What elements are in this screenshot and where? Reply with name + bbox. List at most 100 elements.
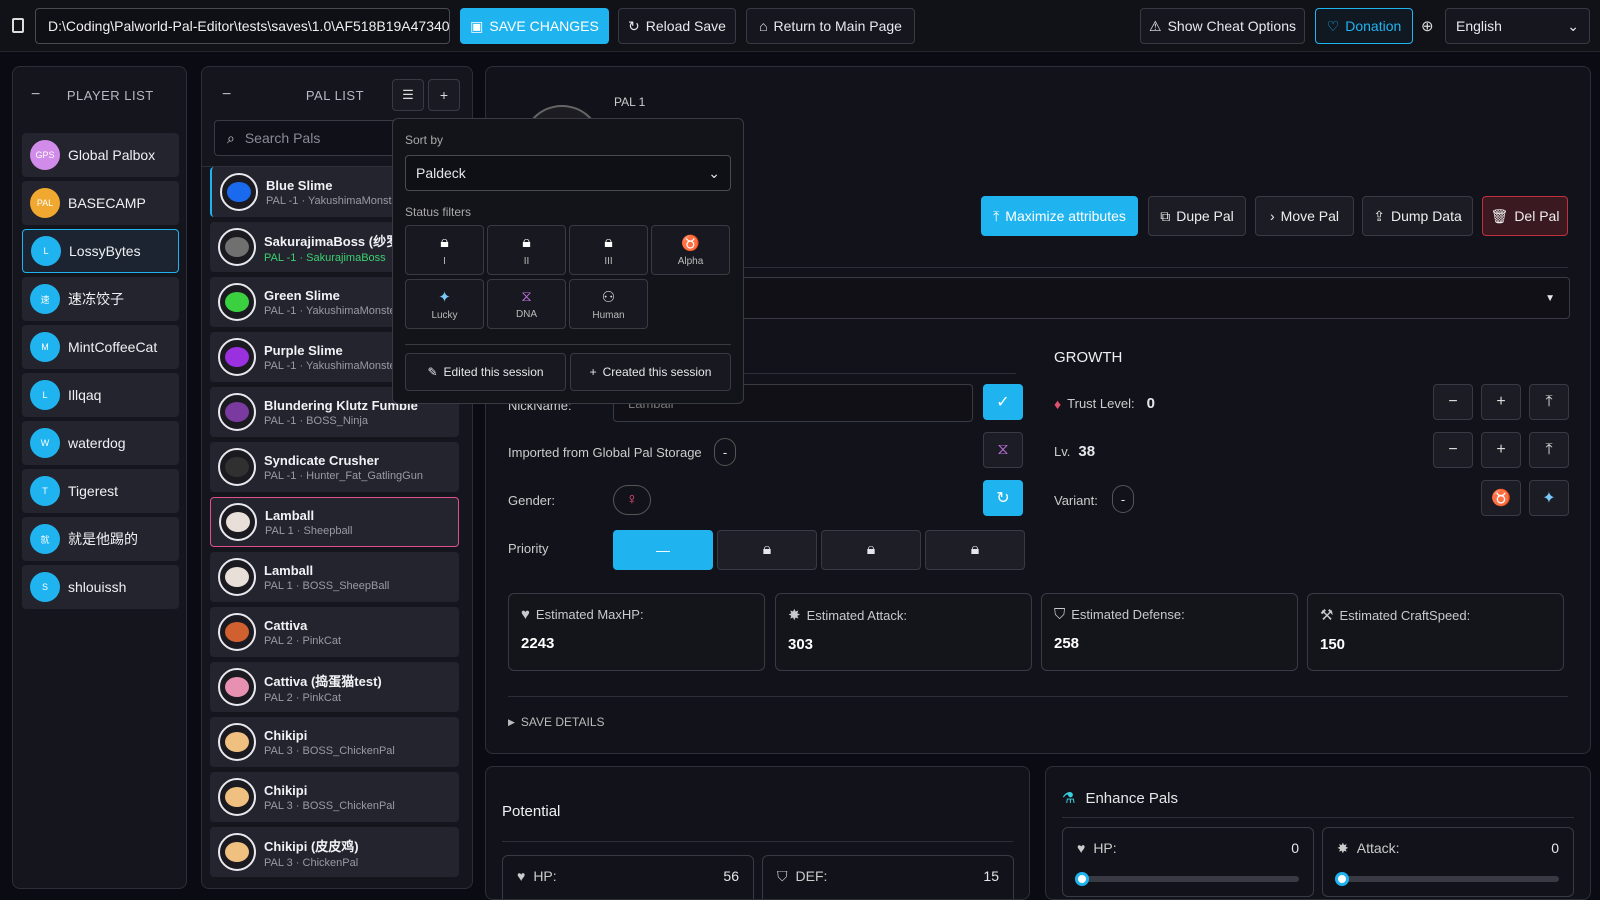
sparkle-icon: ✦: [1542, 490, 1556, 507]
player-item[interactable]: 速速冻饺子: [22, 277, 179, 321]
dna-icon: ⧖: [521, 288, 532, 305]
level-decrease-button[interactable]: −: [1433, 432, 1473, 468]
filter-lucky[interactable]: ✦ Lucky: [405, 279, 484, 329]
move-pal-button[interactable]: › Move Pal: [1255, 196, 1354, 236]
maximize-attributes-button[interactable]: ⤒ Maximize attributes: [981, 196, 1138, 236]
collapse-icon[interactable]: −: [31, 86, 41, 104]
player-item[interactable]: M MintCoffeeCat: [22, 325, 179, 369]
trust-increase-button[interactable]: +: [1481, 384, 1521, 420]
pal-name: Lamball: [264, 562, 314, 578]
stats-divider: [508, 696, 1568, 697]
priority-none-button[interactable]: —: [613, 530, 713, 570]
pal-list-item[interactable]: Chikipi (皮皮鸡) PAL 3 · ChickenPal: [210, 827, 459, 877]
filter-button[interactable]: ☰: [392, 79, 424, 111]
save-details-toggle[interactable]: ▶ SAVE DETAILS: [508, 715, 605, 729]
player-item[interactable]: L LossyBytes: [22, 229, 179, 273]
player-item[interactable]: GPS Global Palbox: [22, 133, 179, 177]
player-item[interactable]: Sshlouissh: [22, 565, 179, 609]
pal-name: Green Slime: [264, 287, 340, 303]
potential-divider: [502, 841, 1013, 842]
return-main-button[interactable]: ⌂ Return to Main Page: [746, 8, 915, 44]
pal-creature-icon: [225, 347, 249, 367]
pal-name: Syndicate Crusher: [264, 452, 379, 468]
priority-label: Priority: [508, 541, 549, 556]
globe-icon: ⊕: [1421, 18, 1434, 35]
pal-index-label: PAL 1: [614, 95, 646, 109]
collapse-icon[interactable]: −: [222, 86, 232, 104]
variant-lucky-button[interactable]: ✦: [1529, 480, 1569, 516]
show-cheat-button[interactable]: ⚠ Show Cheat Options: [1140, 8, 1305, 44]
slider-handle[interactable]: [1075, 872, 1089, 886]
add-pal-button[interactable]: +: [428, 79, 460, 111]
language-select[interactable]: English ⌄: [1445, 8, 1590, 44]
pal-subtitle: PAL -1 · Hunter_Fat_GatlingGun: [264, 469, 423, 482]
pal-list-item[interactable]: Chikipi PAL 3 · BOSS_ChickenPal: [210, 717, 459, 767]
filter-lock-2[interactable]: 🔒︎ II: [487, 225, 566, 275]
reload-save-button[interactable]: ↻ Reload Save: [618, 8, 736, 44]
player-avatar: L: [30, 380, 60, 410]
search-input[interactable]: Search Pals: [245, 130, 320, 146]
level-max-button[interactable]: ⤒: [1529, 432, 1569, 468]
trust-max-button[interactable]: ⤒: [1529, 384, 1569, 420]
pal-list-item[interactable]: Syndicate Crusher PAL -1 · Hunter_Fat_Gat…: [210, 442, 459, 492]
created-session-button[interactable]: + Created this session: [570, 353, 731, 391]
gender-badge[interactable]: ♀: [613, 485, 651, 515]
pal-list-item[interactable]: Lamball PAL 1 · BOSS_SheepBall: [210, 552, 459, 602]
player-avatar: 就: [30, 524, 60, 554]
pal-avatar: [220, 173, 258, 211]
enhance-divider: [1062, 817, 1574, 818]
plus-icon: +: [1496, 393, 1506, 410]
player-item[interactable]: L Illqaq: [22, 373, 179, 417]
confirm-nickname-button[interactable]: ✓: [983, 384, 1023, 420]
imported-label: Imported from Global Pal Storage: [508, 445, 702, 460]
pal-list-item[interactable]: Chikipi PAL 3 · BOSS_ChickenPal: [210, 772, 459, 822]
pal-avatar: [218, 283, 256, 321]
pal-name: Cattiva: [264, 617, 308, 633]
delete-pal-button[interactable]: 🗑︎ Del Pal: [1482, 196, 1568, 236]
minus-icon: −: [1448, 441, 1458, 458]
filter-alpha[interactable]: ♉ Alpha: [651, 225, 730, 275]
copy-icon: ⧉: [1160, 207, 1171, 224]
pal-avatar: [218, 228, 256, 266]
dump-data-button[interactable]: ⇪ Dump Data: [1362, 196, 1473, 236]
enhance-hp-slider[interactable]: [1075, 872, 1299, 886]
save-changes-button[interactable]: ▣ SAVE CHANGES: [460, 8, 609, 44]
level-increase-button[interactable]: +: [1481, 432, 1521, 468]
player-item[interactable]: T Tigerest: [22, 469, 179, 513]
toggle-gender-button[interactable]: ↻: [983, 480, 1023, 516]
heart-icon: ♥: [1077, 840, 1086, 856]
pal-list-item[interactable]: Cattiva (捣蛋猫test) PAL 2 · PinkCat: [210, 662, 459, 712]
slider-handle[interactable]: [1335, 872, 1349, 886]
pal-list-item[interactable]: Lamball PAL 1 · Sheepball: [210, 497, 459, 547]
sort-select[interactable]: Paldeck ⌄: [405, 155, 731, 191]
pal-creature-icon: [225, 622, 249, 642]
pal-list-item[interactable]: Cattiva PAL 2 · PinkCat: [210, 607, 459, 657]
variant-alpha-button[interactable]: ♉: [1481, 480, 1521, 516]
player-avatar: L: [31, 236, 61, 266]
pal-creature-icon: [225, 457, 249, 477]
priority-lock-3-button[interactable]: 🔒︎: [925, 530, 1025, 570]
filter-lock-3[interactable]: 🔒︎ III: [569, 225, 648, 275]
edited-session-button[interactable]: ✎ Edited this session: [405, 353, 566, 391]
player-item[interactable]: Wwaterdog: [22, 421, 179, 465]
priority-lock-1-button[interactable]: 🔒︎: [717, 530, 817, 570]
filter-human[interactable]: ⚇ Human: [569, 279, 648, 329]
player-item[interactable]: PAL BASECAMP: [22, 181, 179, 225]
enhance-attack-slider[interactable]: [1335, 872, 1559, 886]
search-icon: ⌕: [227, 129, 235, 146]
player-name: Global Palbox: [68, 147, 156, 163]
save-path-input[interactable]: D:\Coding\Palworld-Pal-Editor\tests\save…: [35, 8, 450, 44]
potential-panel: Potential ♥ HP: 56 ⛉ DEF: 15: [485, 766, 1030, 900]
player-item[interactable]: 就就是他踢的: [22, 517, 179, 561]
trust-row: ♦ Trust Level: 0: [1054, 395, 1155, 412]
donation-button[interactable]: ♡ Donation: [1315, 8, 1413, 44]
filter-dna[interactable]: ⧖ DNA: [487, 279, 566, 329]
dupe-pal-button[interactable]: ⧉ Dupe Pal: [1148, 196, 1246, 236]
dna-button[interactable]: ⧖: [983, 432, 1023, 468]
priority-lock-2-button[interactable]: 🔒︎: [821, 530, 921, 570]
trust-decrease-button[interactable]: −: [1433, 384, 1473, 420]
pal-creature-icon: [225, 732, 249, 752]
growth-title: GROWTH: [1054, 349, 1123, 366]
filter-lock-1[interactable]: 🔒︎ I: [405, 225, 484, 275]
pal-avatar: [218, 393, 256, 431]
